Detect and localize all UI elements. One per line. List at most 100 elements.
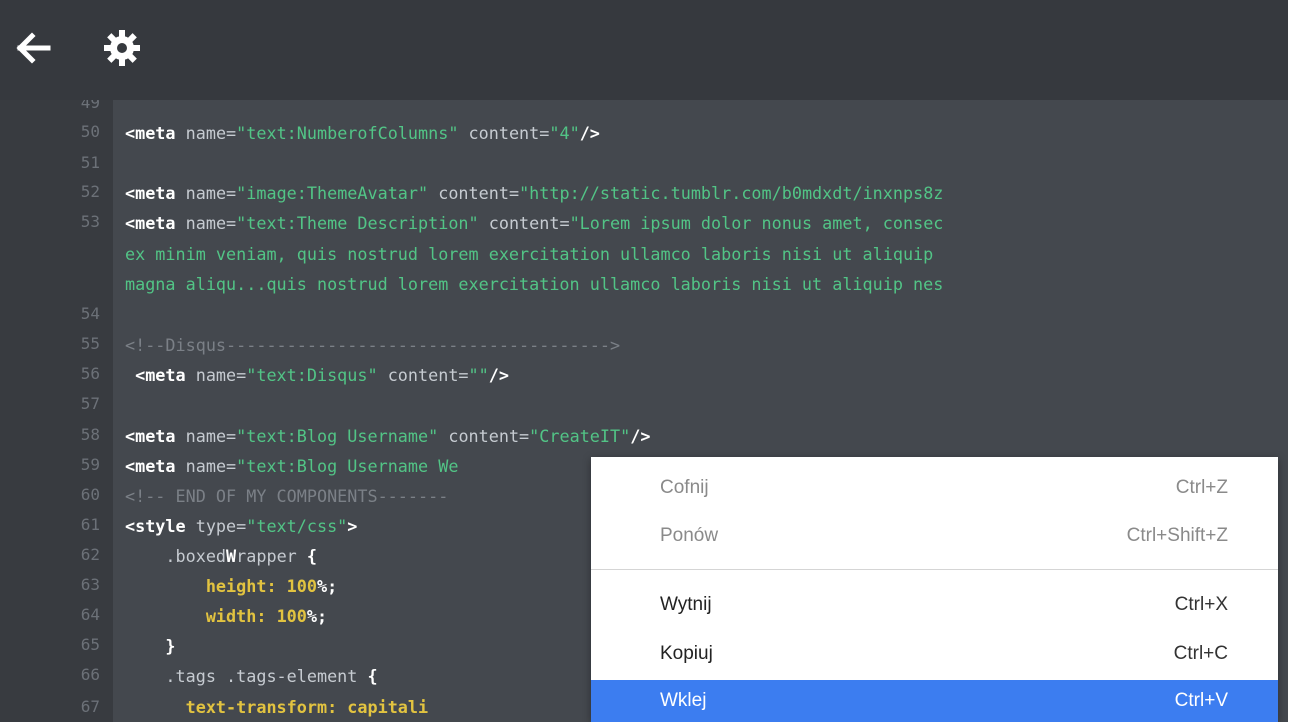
tag-token: <meta	[125, 183, 176, 203]
attribute-token: name=	[175, 456, 237, 476]
tag-token: <meta	[125, 123, 176, 143]
line-number: 60	[80, 485, 100, 504]
code-line: <meta name="image:ThemeAvatar" content="…	[125, 178, 943, 208]
tag-token: >	[347, 516, 358, 536]
code-line: }	[125, 631, 176, 661]
string-token: "image:ThemeAvatar"	[236, 183, 429, 203]
line-number: 51	[80, 153, 100, 172]
attribute-token: name=	[175, 213, 237, 233]
tag-token: <meta	[125, 365, 186, 385]
code-line: width: 100%;	[125, 601, 327, 631]
code-line-wrap: magna aliqu...quis nostrud lorem exercit…	[125, 274, 944, 294]
menu-item-shortcut: Ctrl+Shift+Z	[1126, 525, 1228, 546]
line-number: 50	[80, 122, 100, 141]
code-line: .boxedWrapper {	[125, 541, 317, 571]
selector-token: .boxed	[125, 546, 227, 566]
attribute-token: content=	[478, 213, 570, 233]
attribute-token: name=	[185, 365, 247, 385]
property-token: height:	[205, 576, 277, 596]
attribute-token: type=	[185, 516, 247, 536]
menu-item-label: Cofnij	[660, 477, 709, 498]
line-number: 65	[80, 635, 100, 654]
attribute-token: name=	[175, 426, 237, 446]
brace-token: {	[306, 546, 317, 566]
unit-token: %;	[306, 606, 328, 626]
tag-token: <meta	[125, 426, 176, 446]
attribute-token: content=	[438, 426, 530, 446]
code-line: <meta name="text:Disqus" content=""/>	[125, 360, 509, 390]
string-token: "text:Blog Username"	[236, 426, 439, 446]
menu-item-paste[interactable]: Wklej Ctrl+V	[591, 680, 1278, 722]
tag-token: <meta	[125, 213, 176, 233]
tag-token: />	[630, 426, 651, 446]
selector-token: .tags .tags-element	[125, 666, 368, 686]
selector-token: rapper	[236, 546, 307, 566]
line-number: 63	[80, 575, 100, 594]
menu-item-shortcut: Ctrl+C	[1173, 643, 1228, 664]
attribute-token: name=	[175, 123, 237, 143]
string-token: "CreateIT"	[529, 426, 631, 446]
code-line: .tags .tags-element {	[125, 661, 378, 691]
menu-item-shortcut: Ctrl+V	[1174, 690, 1228, 711]
value-token: capitali	[337, 697, 429, 717]
attribute-token: content=	[377, 365, 469, 385]
string-token: ""	[468, 365, 489, 385]
code-line: <meta name="text:Blog Username We	[125, 451, 458, 481]
string-token: "text:Disqus"	[246, 365, 378, 385]
line-number: 55	[80, 334, 100, 353]
unit-token: %;	[316, 576, 338, 596]
line-number-gutter: 49 50 51 52 53 54 55 56 57 58 59 60 61 6…	[0, 100, 113, 722]
attribute-token: content=	[458, 123, 550, 143]
menu-item-label: Ponów	[660, 525, 719, 546]
code-line: <style type="text/css">	[125, 511, 357, 541]
tag-token: />	[579, 123, 600, 143]
line-number: 52	[80, 182, 100, 201]
line-number: 49	[80, 100, 100, 112]
line-number: 66	[80, 665, 100, 684]
menu-item-label: Wklej	[660, 690, 707, 711]
code-line: <meta name="text:Theme Description" cont…	[125, 208, 943, 238]
menu-item-label: Wytnij	[660, 594, 712, 615]
line-number: 57	[80, 394, 100, 413]
window-edge	[1288, 0, 1298, 722]
code-comment: <!--Disqus------------------------------…	[125, 335, 621, 355]
brace-token: }	[165, 636, 176, 656]
code-line: <meta name="text:NumberofColumns" conten…	[125, 118, 600, 148]
line-number: 54	[80, 304, 100, 323]
arrow-left-icon[interactable]	[12, 26, 56, 70]
line-number: 59	[80, 455, 100, 474]
gear-icon[interactable]	[100, 26, 144, 70]
string-token: "Lorem ipsum dolor nonus amet, consec	[569, 213, 944, 233]
string-token: "text:Blog Username We	[236, 456, 459, 476]
string-token: "4"	[549, 123, 580, 143]
menu-item-cut[interactable]: Wytnij Ctrl+X	[591, 584, 1278, 626]
menu-separator	[591, 569, 1278, 570]
menu-item-shortcut: Ctrl+Z	[1175, 477, 1228, 498]
line-number: 56	[80, 364, 100, 383]
tag-token: />	[488, 365, 509, 385]
menu-item-copy[interactable]: Kopiuj Ctrl+C	[591, 633, 1278, 675]
menu-item-label: Kopiuj	[660, 643, 713, 664]
line-number: 64	[80, 605, 100, 624]
line-number: 58	[80, 425, 100, 444]
property-token: text-transform:	[185, 697, 338, 717]
code-line: height: 100%;	[125, 571, 337, 601]
number-token: 100	[286, 576, 317, 596]
tag-token: <meta	[125, 456, 176, 476]
attribute-token: name=	[175, 183, 237, 203]
code-line: <meta name="text:Blog Username" content=…	[125, 421, 650, 451]
menu-item-redo[interactable]: Ponów Ctrl+Shift+Z	[591, 515, 1278, 557]
menu-item-undo[interactable]: Cofnij Ctrl+Z	[591, 467, 1278, 509]
string-token: "text/css"	[246, 516, 348, 536]
context-menu: Cofnij Ctrl+Z Ponów Ctrl+Shift+Z Wytnij …	[591, 457, 1278, 722]
line-number: 67	[80, 697, 100, 716]
string-token: "text:NumberofColumns"	[236, 123, 459, 143]
line-number: 62	[80, 545, 100, 564]
selector-token: W	[226, 546, 237, 566]
brace-token: {	[367, 666, 378, 686]
line-number: 53	[80, 212, 100, 231]
string-token: "text:Theme Description"	[236, 213, 479, 233]
